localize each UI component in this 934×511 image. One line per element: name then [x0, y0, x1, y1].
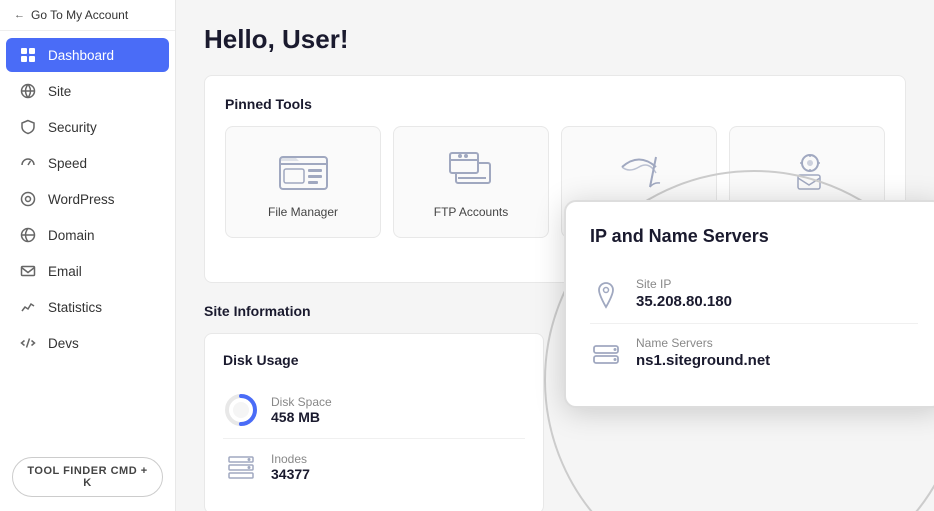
name-servers-row: Name Servers ns1.siteground.net: [590, 324, 918, 382]
inodes-info: Inodes 34377: [271, 452, 310, 482]
tool-ftp-accounts[interactable]: FTP Accounts: [393, 126, 549, 238]
disk-space-icon: [223, 392, 259, 428]
sidebar-item-email[interactable]: Email: [6, 254, 169, 288]
file-manager-icon: [273, 145, 333, 195]
sidebar-item-dashboard[interactable]: Dashboard: [6, 38, 169, 72]
site-ip-row: Site IP 35.208.80.180: [590, 265, 918, 324]
sidebar-item-security[interactable]: Security: [6, 110, 169, 144]
tool-finder-button[interactable]: TOOL FINDER CMD + K: [12, 457, 163, 497]
ftp-accounts-label: FTP Accounts: [434, 205, 508, 219]
statistics-icon: [20, 299, 38, 315]
sidebar-item-wordpress[interactable]: WordPress: [6, 182, 169, 216]
site-ip-icon: [590, 279, 622, 311]
sidebar-item-speed[interactable]: Speed: [6, 146, 169, 180]
sidebar-item-domain[interactable]: Domain: [6, 218, 169, 252]
disk-space-label: Disk Space: [271, 395, 332, 409]
sidebar-item-label: Speed: [48, 156, 87, 171]
disk-usage-card: Disk Usage Disk Space 458 MB: [204, 333, 544, 511]
ftp-accounts-icon: [441, 145, 501, 195]
devs-icon: [20, 335, 38, 351]
email-icon: [20, 263, 38, 279]
file-manager-label: File Manager: [268, 205, 338, 219]
inodes-icon: [223, 449, 259, 485]
dashboard-icon: [20, 47, 38, 63]
site-ip-value: 35.208.80.180: [636, 293, 732, 310]
site-icon: [20, 83, 38, 99]
mysql-manager-icon: [609, 145, 669, 195]
pinned-tools-title: Pinned Tools: [225, 96, 885, 112]
name-servers-info: Name Servers ns1.siteground.net: [636, 336, 770, 369]
sidebar-item-label: WordPress: [48, 192, 115, 207]
domain-icon: [20, 227, 38, 243]
sidebar-item-label: Domain: [48, 228, 95, 243]
sidebar-item-site[interactable]: Site: [6, 74, 169, 108]
go-to-account-link[interactable]: ← Go To My Account: [0, 0, 175, 31]
wordpress-icon: [20, 191, 38, 207]
site-ip-info: Site IP 35.208.80.180: [636, 277, 732, 310]
tool-file-manager[interactable]: File Manager: [225, 126, 381, 238]
name-servers-icon: [590, 338, 622, 370]
sidebar-item-label: Email: [48, 264, 82, 279]
security-icon: [20, 119, 38, 135]
main-content: Hello, User! Pinned Tools File: [176, 0, 934, 511]
sidebar-item-label: Site: [48, 84, 71, 99]
inodes-row: Inodes 34377: [223, 439, 525, 495]
ip-servers-title: IP and Name Servers: [590, 226, 918, 247]
page-title: Hello, User!: [204, 24, 906, 55]
sidebar-nav: Dashboard Site Security Speed: [0, 31, 175, 447]
sidebar-item-label: Dashboard: [48, 48, 114, 63]
inodes-label: Inodes: [271, 452, 310, 466]
sidebar-item-label: Security: [48, 120, 97, 135]
back-arrow-icon: ←: [14, 9, 25, 21]
ip-name-servers-card: IP and Name Servers Site IP 35.208.80.18…: [564, 200, 934, 408]
inodes-value: 34377: [271, 466, 310, 482]
name-servers-label: Name Servers: [636, 336, 770, 350]
sidebar-item-label: Devs: [48, 336, 79, 351]
site-ip-label: Site IP: [636, 277, 732, 291]
disk-usage-title: Disk Usage: [223, 352, 525, 368]
disk-space-info: Disk Space 458 MB: [271, 395, 332, 425]
email-accounts-icon: [777, 145, 837, 195]
sidebar-item-label: Statistics: [48, 300, 102, 315]
sidebar-item-devs[interactable]: Devs: [6, 326, 169, 360]
name-servers-value: ns1.siteground.net: [636, 352, 770, 369]
disk-space-value: 458 MB: [271, 409, 332, 425]
sidebar: ← Go To My Account Dashboard Site Securi…: [0, 0, 176, 511]
disk-space-row: Disk Space 458 MB: [223, 382, 525, 439]
go-to-account-label: Go To My Account: [31, 8, 128, 22]
sidebar-item-statistics[interactable]: Statistics: [6, 290, 169, 324]
speed-icon: [20, 155, 38, 171]
